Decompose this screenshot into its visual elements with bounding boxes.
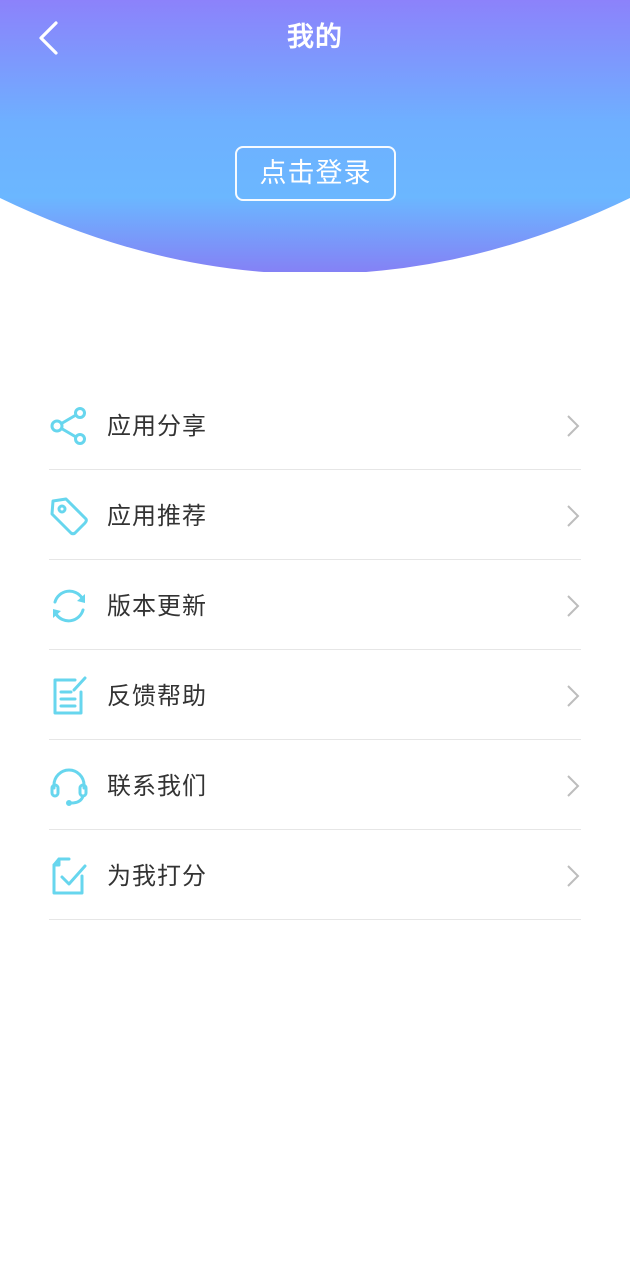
menu-label-recommend: 应用推荐 [107, 502, 207, 530]
chevron-right-icon [567, 685, 580, 707]
feedback-edit-icon [53, 676, 87, 715]
rating-check-icon [52, 857, 87, 895]
menu-list: 应用分享 应用推荐 版本更新 反馈帮助 联系我们 为我打分 [49, 380, 581, 920]
menu-item-rate[interactable]: 为我打分 [49, 830, 581, 920]
menu-item-contact[interactable]: 联系我们 [49, 740, 581, 830]
chevron-right-icon [567, 415, 580, 437]
menu-item-update[interactable]: 版本更新 [49, 560, 581, 650]
page-title: 我的 [287, 22, 343, 53]
profile-page: 我的 点击登录 应用分享 应用推荐 版本更新 反馈帮助 联系我们 为我打分 [0, 0, 630, 1280]
login-button[interactable]: 点击登录 [235, 146, 396, 201]
headset-icon [50, 768, 88, 806]
profile-header: 我的 点击登录 [0, 0, 630, 272]
chevron-right-icon [567, 595, 580, 617]
menu-label-feedback: 反馈帮助 [107, 682, 207, 710]
menu-label-update: 版本更新 [107, 592, 207, 620]
refresh-icon [53, 589, 85, 623]
menu-item-share[interactable]: 应用分享 [49, 380, 581, 470]
chevron-right-icon [567, 775, 580, 797]
chevron-right-icon [567, 865, 580, 887]
menu-item-recommend[interactable]: 应用推荐 [49, 470, 581, 560]
chevron-right-icon [567, 505, 580, 527]
share-icon [50, 407, 86, 445]
menu-item-feedback[interactable]: 反馈帮助 [49, 650, 581, 740]
menu-label-share: 应用分享 [107, 412, 207, 440]
tag-icon [50, 497, 88, 536]
menu-label-rate: 为我打分 [107, 862, 207, 890]
menu-label-contact: 联系我们 [107, 772, 207, 800]
